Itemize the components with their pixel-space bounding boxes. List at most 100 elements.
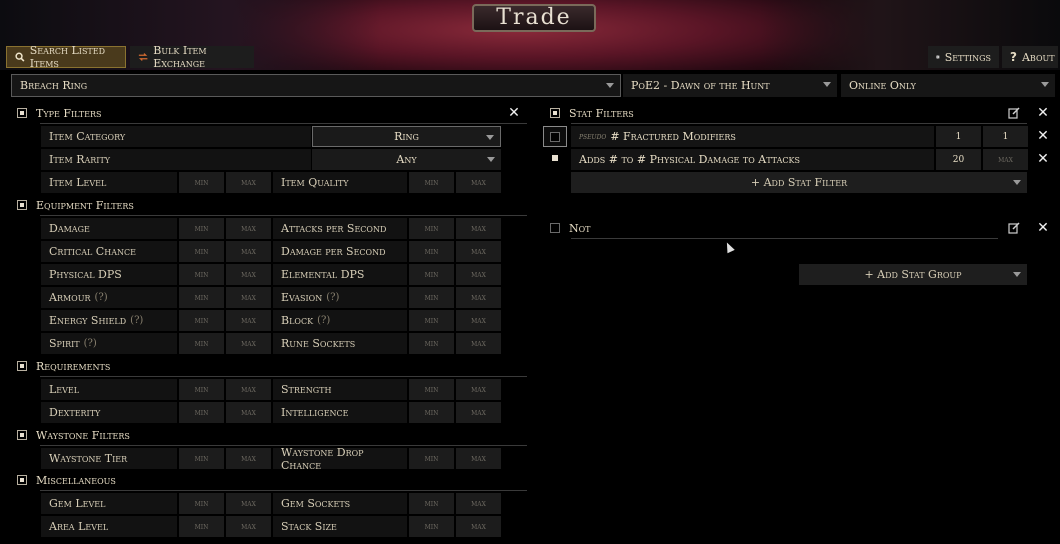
league-select[interactable]: PoE2 - Dawn of the Hunt xyxy=(623,74,837,97)
armour-max[interactable]: max xyxy=(226,287,271,308)
damage-min[interactable]: min xyxy=(179,218,224,239)
es-max[interactable]: max xyxy=(226,310,271,331)
help-icon[interactable]: (?) xyxy=(94,292,107,303)
miscellaneous-header[interactable]: Miscellaneous xyxy=(17,471,116,489)
pdps-max[interactable]: max xyxy=(226,264,271,285)
es-min[interactable]: min xyxy=(179,310,224,331)
spirit-min[interactable]: min xyxy=(179,333,224,354)
damage-max[interactable]: max xyxy=(226,218,271,239)
stat-row-1[interactable]: pseudo # Fractured Modifiers xyxy=(571,126,934,147)
settings-button[interactable]: Settings xyxy=(928,46,999,68)
help-icon[interactable]: (?) xyxy=(84,338,97,349)
item-quality-max[interactable]: max xyxy=(456,172,501,193)
stat-row-2-max[interactable]: max xyxy=(983,149,1028,170)
close-icon[interactable]: ✕ xyxy=(507,106,521,120)
item-category-select[interactable]: Ring xyxy=(312,126,501,147)
block-min[interactable]: min xyxy=(409,310,454,331)
item-rarity-select[interactable]: Any xyxy=(312,149,501,170)
tab-search-listed-items[interactable]: Search Listed Items xyxy=(6,44,126,70)
int-min[interactable]: min xyxy=(409,402,454,423)
item-search-input[interactable]: Breach Ring xyxy=(11,74,621,97)
about-button[interactable]: ? About xyxy=(1002,46,1058,68)
gem-sockets-min[interactable]: min xyxy=(409,493,454,514)
item-level-max[interactable]: max xyxy=(226,172,271,193)
add-stat-filter-button[interactable]: + Add Stat Filter xyxy=(571,172,1027,193)
dex-min[interactable]: min xyxy=(179,402,224,423)
gem-level-max[interactable]: max xyxy=(226,493,271,514)
requirements-header[interactable]: Requirements xyxy=(17,357,110,375)
block-max[interactable]: max xyxy=(456,310,501,331)
stat-row-2[interactable]: Adds # to # Physical Damage to Attacks xyxy=(571,149,934,170)
waystone-filters-header[interactable]: Waystone Filters xyxy=(17,426,130,444)
chevron-down-icon xyxy=(606,83,614,88)
stat-row-1-min[interactable]: 1 xyxy=(936,126,981,147)
spirit-max[interactable]: max xyxy=(226,333,271,354)
stack-size-min[interactable]: min xyxy=(409,516,454,537)
waystone-tier-min[interactable]: min xyxy=(179,448,224,469)
stat-filters-toggle[interactable] xyxy=(550,108,560,118)
not-group-toggle[interactable] xyxy=(550,223,560,233)
dps-max[interactable]: max xyxy=(456,241,501,262)
block-text: Block xyxy=(281,314,314,327)
area-level-min[interactable]: min xyxy=(179,516,224,537)
equipment-filters-toggle[interactable] xyxy=(17,200,27,210)
rune-sockets-max[interactable]: max xyxy=(456,333,501,354)
waystone-tier-max[interactable]: max xyxy=(226,448,271,469)
crit-max[interactable]: max xyxy=(226,241,271,262)
dps-min[interactable]: min xyxy=(409,241,454,262)
not-group-header[interactable]: Not xyxy=(550,219,591,237)
rune-sockets-min[interactable]: min xyxy=(409,333,454,354)
stat-row-1-max[interactable]: 1 xyxy=(983,126,1028,147)
miscellaneous-toggle[interactable] xyxy=(17,475,27,485)
edps-max[interactable]: max xyxy=(456,264,501,285)
evasion-min[interactable]: min xyxy=(409,287,454,308)
aps-max[interactable]: max xyxy=(456,218,501,239)
edps-min[interactable]: min xyxy=(409,264,454,285)
req-level-min[interactable]: min xyxy=(179,379,224,400)
requirements-toggle[interactable] xyxy=(17,361,27,371)
strength-min[interactable]: min xyxy=(409,379,454,400)
int-max[interactable]: max xyxy=(456,402,501,423)
add-stat-group-button[interactable]: + Add Stat Group xyxy=(799,264,1027,285)
item-quality-min[interactable]: min xyxy=(409,172,454,193)
drop-chance-max[interactable]: max xyxy=(456,448,501,469)
help-icon[interactable]: (?) xyxy=(326,292,339,303)
waystone-filters-toggle[interactable] xyxy=(17,430,27,440)
area-level-max[interactable]: max xyxy=(226,516,271,537)
remove-stat-icon[interactable]: ✕ xyxy=(1036,129,1050,143)
stat-row-2-checkbox[interactable] xyxy=(552,155,558,161)
type-filters-toggle[interactable] xyxy=(17,108,27,118)
stack-size-max[interactable]: max xyxy=(456,516,501,537)
gem-sockets-max[interactable]: max xyxy=(456,493,501,514)
pdps-min[interactable]: min xyxy=(179,264,224,285)
equipment-filters-header[interactable]: Equipment Filters xyxy=(17,196,134,214)
help-icon[interactable]: (?) xyxy=(130,315,143,326)
help-icon[interactable]: (?) xyxy=(317,315,330,326)
tab-bulk-item-exchange[interactable]: Bulk Item Exchange xyxy=(130,44,254,70)
close-icon[interactable]: ✕ xyxy=(1036,106,1050,120)
remove-stat-icon[interactable]: ✕ xyxy=(1036,152,1050,166)
evasion-max[interactable]: max xyxy=(456,287,501,308)
armour-min[interactable]: min xyxy=(179,287,224,308)
aps-min[interactable]: min xyxy=(409,218,454,239)
type-filters-header[interactable]: Type Filters xyxy=(17,104,101,122)
dex-max[interactable]: max xyxy=(226,402,271,423)
stat-row-2-min[interactable]: 20 xyxy=(936,149,981,170)
req-level-max[interactable]: max xyxy=(226,379,271,400)
item-level-min[interactable]: min xyxy=(179,172,224,193)
close-icon[interactable]: ✕ xyxy=(1036,221,1050,235)
status-select[interactable]: Online Only xyxy=(841,74,1055,97)
divider xyxy=(40,490,527,491)
drop-chance-min[interactable]: min xyxy=(409,448,454,469)
stat-row-1-toggle[interactable] xyxy=(543,126,567,147)
edit-icon[interactable] xyxy=(1008,222,1020,234)
status-value: Online Only xyxy=(849,79,916,92)
stat-filters-header[interactable]: Stat Filters xyxy=(550,104,634,122)
edit-icon[interactable] xyxy=(1008,107,1020,119)
strength-max[interactable]: max xyxy=(456,379,501,400)
gem-level-min[interactable]: min xyxy=(179,493,224,514)
crit-min[interactable]: min xyxy=(179,241,224,262)
question-icon: ? xyxy=(1010,50,1017,64)
dexterity-label: Dexterity xyxy=(41,402,177,423)
waystone-tier-label: Waystone Tier xyxy=(41,448,177,469)
